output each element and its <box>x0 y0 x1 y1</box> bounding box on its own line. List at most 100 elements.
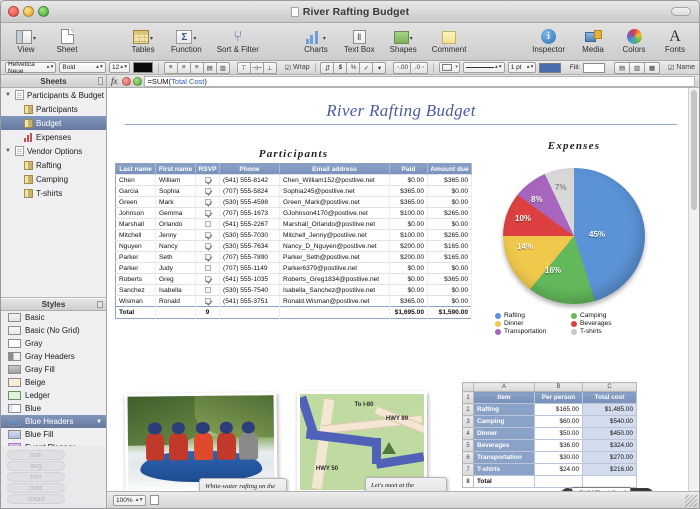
cell-email[interactable]: Marshall_Orlando@postlive.net <box>279 218 390 230</box>
cell-total-paid[interactable]: $1,695.00 <box>389 306 428 319</box>
cell-first-name[interactable]: Seth <box>155 251 196 263</box>
cell-first-name[interactable]: Greg <box>155 273 196 285</box>
align-text-cell-button[interactable]: ▥ <box>215 61 230 74</box>
row-header[interactable]: 5 <box>462 439 474 452</box>
vertical-scrollbar[interactable] <box>688 88 699 491</box>
cell-total[interactable]: $450.00 <box>582 427 637 440</box>
formula-accept-button[interactable] <box>132 76 142 86</box>
participants-table-container[interactable]: Participants Last name First name RSVP P… <box>115 148 472 319</box>
cell-phone[interactable]: (530) 555-7540 <box>219 284 280 296</box>
style-item-blue[interactable]: Blue <box>1 402 106 415</box>
header-cell-per-person[interactable]: Per person <box>534 391 583 404</box>
table-header-row[interactable]: 1 Item Per person Total cost <box>462 391 637 404</box>
cell-rsvp-count[interactable]: 9 <box>195 306 220 319</box>
percent-button[interactable]: % <box>346 61 361 74</box>
toolbar-media-button[interactable]: Media <box>578 26 608 54</box>
cell-first-name[interactable]: Judy <box>155 262 196 274</box>
style-item-gray-fill[interactable]: Gray Fill <box>1 363 106 376</box>
corner-cell[interactable] <box>462 382 474 392</box>
align-top-button[interactable]: ⊤ <box>236 61 251 74</box>
rsvp-checkbox[interactable] <box>204 253 211 260</box>
budget-table-container[interactable]: A B C 1 Item Per person Total cost 2 Raf… <box>462 382 654 491</box>
cell-total[interactable]: $1,485.00 <box>582 403 637 416</box>
cell-rsvp[interactable] <box>195 229 220 241</box>
cell-total[interactable]: $216.00 <box>582 463 637 476</box>
cell-last-name[interactable]: Marshall <box>115 218 156 230</box>
cell-paid[interactable]: $0.00 <box>389 273 428 285</box>
cell-paid[interactable]: $0.00 <box>389 174 428 186</box>
cell-last-name[interactable]: Wisman <box>115 295 156 307</box>
text-color-swatch[interactable] <box>133 62 153 73</box>
cell-paid[interactable]: $100.00 <box>389 207 428 219</box>
cell-first-name[interactable]: Nancy <box>155 240 196 252</box>
align-middle-button[interactable]: ⊣⊢ <box>249 61 264 74</box>
cell-rsvp[interactable] <box>195 251 220 263</box>
row-header[interactable]: 2 <box>462 403 474 416</box>
cell-last-name[interactable]: Sanchez <box>115 284 156 296</box>
bold-dollar-button[interactable]: $ <box>333 61 348 74</box>
column-header-c[interactable]: C <box>582 382 637 392</box>
cell-due[interactable]: $0.00 <box>427 185 472 197</box>
rsvp-checkbox[interactable] <box>204 176 211 183</box>
cell-paid[interactable]: $200.00 <box>389 240 428 252</box>
wrap-checkbox[interactable]: ☑ Wrap <box>285 64 310 72</box>
border-style-select[interactable]: ▾ <box>439 62 460 73</box>
cell-due[interactable]: $265.00 <box>427 229 472 241</box>
cell-due[interactable]: $0.00 <box>427 295 472 307</box>
map-photo-caption[interactable]: Let's meet at the campground. <box>365 477 447 491</box>
cell-first-name[interactable]: Jenny <box>155 229 196 241</box>
cell-phone[interactable]: (530) 555-7634 <box>219 240 280 252</box>
toolbar-tables-button[interactable]: ▾ Tables <box>128 26 158 54</box>
cell-paid[interactable]: $200.00 <box>389 251 428 263</box>
sidebar-item-expenses[interactable]: Expenses <box>1 130 106 144</box>
cell-paid[interactable]: $0.00 <box>389 284 428 296</box>
cell-per-person[interactable]: $165.00 <box>534 403 583 416</box>
cell-total-label[interactable]: Total <box>115 306 156 319</box>
cell-total[interactable]: $324.00 <box>582 439 637 452</box>
align-justify-button[interactable]: ▤ <box>202 61 217 74</box>
cell-per-person[interactable]: $60.00 <box>534 415 583 428</box>
style-item-gray-headers[interactable]: Gray Headers <box>1 350 106 363</box>
window-resize-grip[interactable] <box>685 495 697 507</box>
legend-item-dinner[interactable]: Dinner <box>495 320 571 327</box>
cell-last-name[interactable]: Garcia <box>115 185 156 197</box>
participants-table[interactable]: Last name First name RSVP Phone Email ad… <box>115 163 472 319</box>
sidebar-item-camping[interactable]: Camping <box>1 172 106 186</box>
column-header-last-name[interactable]: Last name <box>115 163 156 175</box>
table-row[interactable]: Johnson Gemma (707) 555-1673 GJohnson417… <box>115 207 472 219</box>
cell-due[interactable]: $365.00 <box>427 174 472 186</box>
style-item-basic[interactable]: Basic <box>1 311 106 324</box>
sidebar-item-participants[interactable]: Participants <box>1 102 106 116</box>
cell-due[interactable]: $265.00 <box>427 207 472 219</box>
toolbar-charts-button[interactable]: ▾ Charts <box>301 26 331 54</box>
cell-rsvp[interactable] <box>195 262 220 274</box>
map-photo[interactable]: To I-80 HWY 89 HWY 50 <box>297 391 427 491</box>
cell-item[interactable]: Transportation <box>473 451 535 464</box>
align-left-button[interactable]: ≡ <box>163 61 178 74</box>
decrease-decimal-button[interactable]: .0 ◦ <box>410 61 429 74</box>
cell-phone[interactable]: (707) 555-7890 <box>219 251 280 263</box>
cell-first-name[interactable]: Mark <box>155 196 196 208</box>
cell-phone[interactable]: (541) 555-1035 <box>219 273 280 285</box>
cell-per-person[interactable]: $36.00 <box>534 439 583 452</box>
cell-email[interactable]: Mitchell_Jenny@postlive.net <box>279 229 390 241</box>
column-header-phone[interactable]: Phone <box>219 163 280 175</box>
function-sum-button[interactable]: sum <box>7 450 65 460</box>
column-header-b[interactable]: B <box>534 382 583 392</box>
cell-last-name[interactable]: Parker <box>115 251 156 263</box>
cell-email[interactable]: Sophia245@postlive.net <box>279 185 390 197</box>
table-row[interactable]: 6 Transportation $30.00 $270.00 <box>462 451 637 464</box>
panel-resize-handle[interactable] <box>97 301 103 308</box>
currency-step-button[interactable]: ⇵ <box>320 61 335 74</box>
table-row[interactable]: 5 Beverages $36.00 $324.00 <box>462 439 637 452</box>
cell-rsvp[interactable] <box>195 218 220 230</box>
row-header[interactable]: 8 <box>462 475 474 488</box>
header-columns-button[interactable]: ▥ <box>629 61 646 74</box>
rsvp-checkbox[interactable] <box>204 231 211 238</box>
header-rows-button[interactable]: ▤ <box>614 61 631 74</box>
cell-item[interactable]: Rafting <box>473 403 535 416</box>
cell-phone[interactable]: (707) 555-1149 <box>219 262 280 274</box>
document-proxy-icon[interactable] <box>290 6 299 17</box>
rafting-photo-caption[interactable]: White-water rafting on the Klamath River <box>199 478 287 491</box>
cell-email[interactable]: Roberts_Greg1834@postlive.net <box>279 273 390 285</box>
